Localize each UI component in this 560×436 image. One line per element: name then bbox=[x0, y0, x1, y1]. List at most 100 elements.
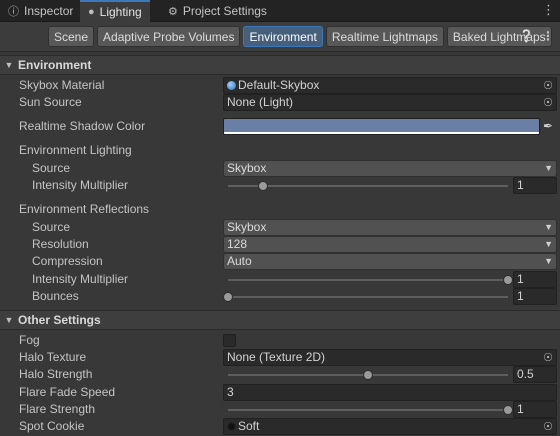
flare-fade-speed-row: Flare Fade Speed 3 bbox=[0, 384, 560, 401]
lighting-source-label: Source bbox=[32, 161, 71, 175]
spot-cookie-row: Spot Cookie Soft ☉ bbox=[0, 418, 560, 435]
object-picker-icon[interactable]: ☉ bbox=[543, 96, 553, 110]
flare-strength-row: Flare Strength 1 bbox=[0, 401, 560, 418]
halo-strength-slider-thumb[interactable] bbox=[363, 370, 373, 380]
realtime-shadow-color-row: Realtime Shadow Color ✒ bbox=[0, 118, 560, 135]
bounces-label: Bounces bbox=[32, 289, 79, 303]
bounces-slider-track[interactable] bbox=[228, 296, 508, 298]
foldout-open-icon: ▼ bbox=[4, 315, 14, 325]
chevron-down-icon: ▼ bbox=[544, 222, 553, 232]
tab-lighting-label: Lighting bbox=[99, 5, 142, 19]
reflection-intensity-row: Intensity Multiplier 1 bbox=[0, 271, 560, 288]
lighting-intensity-field[interactable]: 1 bbox=[513, 177, 557, 194]
gear-icon: ⚙ bbox=[168, 5, 178, 18]
shadow-color-swatch bbox=[224, 119, 539, 132]
reflection-source-dropdown[interactable]: Skybox ▼ bbox=[223, 219, 557, 236]
lighting-toolbar: Scene Adaptive Probe Volumes Environment… bbox=[0, 22, 560, 52]
sun-source-row: Sun Source None (Light) ☉ bbox=[0, 94, 560, 111]
skybox-material-value: Default-Skybox bbox=[238, 78, 320, 92]
environment-reflections-label: Environment Reflections bbox=[19, 202, 150, 216]
material-icon bbox=[227, 81, 236, 90]
tab-inspector[interactable]: ⓘ Inspector bbox=[0, 0, 81, 22]
tab-project-settings[interactable]: ⚙ Project Settings bbox=[160, 0, 275, 22]
halo-strength-row: Halo Strength 0.5 bbox=[0, 366, 560, 383]
flare-fade-speed-label: Flare Fade Speed bbox=[19, 385, 116, 399]
tab-lighting[interactable]: ● Lighting bbox=[80, 0, 150, 22]
reflection-resolution-label: Resolution bbox=[32, 237, 89, 251]
reflection-compression-value: Auto bbox=[227, 254, 252, 268]
reflection-intensity-slider-thumb[interactable] bbox=[503, 275, 513, 285]
flare-strength-slider-track[interactable] bbox=[228, 409, 508, 411]
reflection-resolution-row: Resolution 128 ▼ bbox=[0, 236, 560, 253]
shadow-color-field[interactable] bbox=[223, 118, 540, 135]
skybox-material-field[interactable]: Default-Skybox ☉ bbox=[223, 77, 557, 94]
reflection-intensity-label: Intensity Multiplier bbox=[32, 272, 129, 286]
eyedropper-icon[interactable]: ✒ bbox=[543, 119, 553, 133]
lightbulb-icon: ● bbox=[88, 6, 95, 18]
question-icon[interactable]: ❔ bbox=[519, 29, 534, 43]
environment-header: Environment bbox=[18, 58, 92, 72]
halo-texture-field[interactable]: None (Texture 2D) ☉ bbox=[223, 349, 557, 366]
other-settings-header: Other Settings bbox=[18, 313, 101, 327]
flare-strength-field[interactable]: 1 bbox=[513, 401, 557, 418]
info-icon: ⓘ bbox=[8, 6, 19, 18]
spot-cookie-field[interactable]: Soft ☉ bbox=[223, 418, 557, 435]
reflection-resolution-value: 128 bbox=[227, 237, 248, 251]
sun-source-value: None (Light) bbox=[227, 95, 294, 109]
reflection-source-value: Skybox bbox=[227, 220, 267, 234]
lighting-tab-group: Scene Adaptive Probe Volumes Environment… bbox=[48, 26, 555, 47]
chevron-down-icon: ▼ bbox=[544, 256, 553, 266]
skybox-material-label: Skybox Material bbox=[19, 78, 105, 92]
environment-lighting-label: Environment Lighting bbox=[19, 143, 132, 157]
flare-strength-slider-thumb[interactable] bbox=[503, 405, 513, 415]
reflection-intensity-slider-track[interactable] bbox=[228, 279, 508, 281]
fog-label: Fog bbox=[19, 333, 40, 347]
lighting-intensity-slider-thumb[interactable] bbox=[258, 181, 268, 191]
halo-strength-field[interactable]: 0.5 bbox=[513, 366, 557, 383]
fog-row: Fog bbox=[0, 332, 560, 349]
window-menu-icon[interactable]: ⋮ bbox=[542, 2, 555, 18]
bounces-row: Bounces 1 bbox=[0, 288, 560, 305]
tab-adaptive-probe-volumes[interactable]: Adaptive Probe Volumes bbox=[97, 26, 241, 47]
reflection-compression-row: Compression Auto ▼ bbox=[0, 253, 560, 270]
halo-texture-row: Halo Texture None (Texture 2D) ☉ bbox=[0, 349, 560, 366]
lighting-intensity-slider-track[interactable] bbox=[228, 185, 508, 187]
skybox-material-row: Skybox Material Default-Skybox ☉ bbox=[0, 77, 560, 94]
settings-icon[interactable]: ⋮ bbox=[542, 29, 554, 43]
environment-foldout[interactable]: ▼ Environment bbox=[0, 55, 560, 75]
flare-fade-speed-field[interactable]: 3 bbox=[223, 384, 557, 401]
tab-realtime-lightmaps[interactable]: Realtime Lightmaps bbox=[325, 26, 444, 47]
chevron-down-icon: ▼ bbox=[544, 163, 553, 173]
lighting-intensity-label: Intensity Multiplier bbox=[32, 178, 129, 192]
chevron-down-icon: ▼ bbox=[544, 239, 553, 249]
environment-reflections-row: Environment Reflections bbox=[0, 201, 560, 218]
lighting-source-value: Skybox bbox=[227, 161, 267, 175]
bounces-slider-thumb[interactable] bbox=[223, 292, 233, 302]
sun-source-field[interactable]: None (Light) ☉ bbox=[223, 94, 557, 111]
lighting-source-row: Source Skybox ▼ bbox=[0, 160, 560, 177]
reflection-resolution-dropdown[interactable]: 128 ▼ bbox=[223, 236, 557, 253]
reflection-compression-dropdown[interactable]: Auto ▼ bbox=[223, 253, 557, 270]
reflection-compression-label: Compression bbox=[32, 254, 103, 268]
spot-cookie-value: Soft bbox=[238, 419, 260, 433]
lighting-intensity-row: Intensity Multiplier 1 bbox=[0, 177, 560, 194]
window-tab-bar: ⓘ Inspector ● Lighting ⚙ Project Setting… bbox=[0, 0, 560, 22]
halo-texture-value: None (Texture 2D) bbox=[227, 350, 326, 364]
tab-project-settings-label: Project Settings bbox=[182, 4, 267, 18]
texture-icon bbox=[227, 422, 236, 431]
tab-environment[interactable]: Environment bbox=[243, 26, 323, 47]
object-picker-icon[interactable]: ☉ bbox=[543, 420, 553, 434]
other-settings-foldout[interactable]: ▼ Other Settings bbox=[0, 310, 560, 330]
lighting-source-dropdown[interactable]: Skybox ▼ bbox=[223, 160, 557, 177]
reflection-intensity-field[interactable]: 1 bbox=[513, 271, 557, 288]
halo-texture-label: Halo Texture bbox=[19, 350, 87, 364]
object-picker-icon[interactable]: ☉ bbox=[543, 79, 553, 93]
object-picker-icon[interactable]: ☉ bbox=[543, 351, 553, 365]
fog-checkbox[interactable] bbox=[223, 334, 236, 347]
environment-lighting-row: Environment Lighting bbox=[0, 142, 560, 159]
realtime-shadow-color-label: Realtime Shadow Color bbox=[19, 119, 146, 133]
bounces-field[interactable]: 1 bbox=[513, 288, 557, 305]
tab-scene[interactable]: Scene bbox=[48, 26, 95, 47]
foldout-open-icon: ▼ bbox=[4, 60, 14, 70]
reflection-source-row: Source Skybox ▼ bbox=[0, 219, 560, 236]
